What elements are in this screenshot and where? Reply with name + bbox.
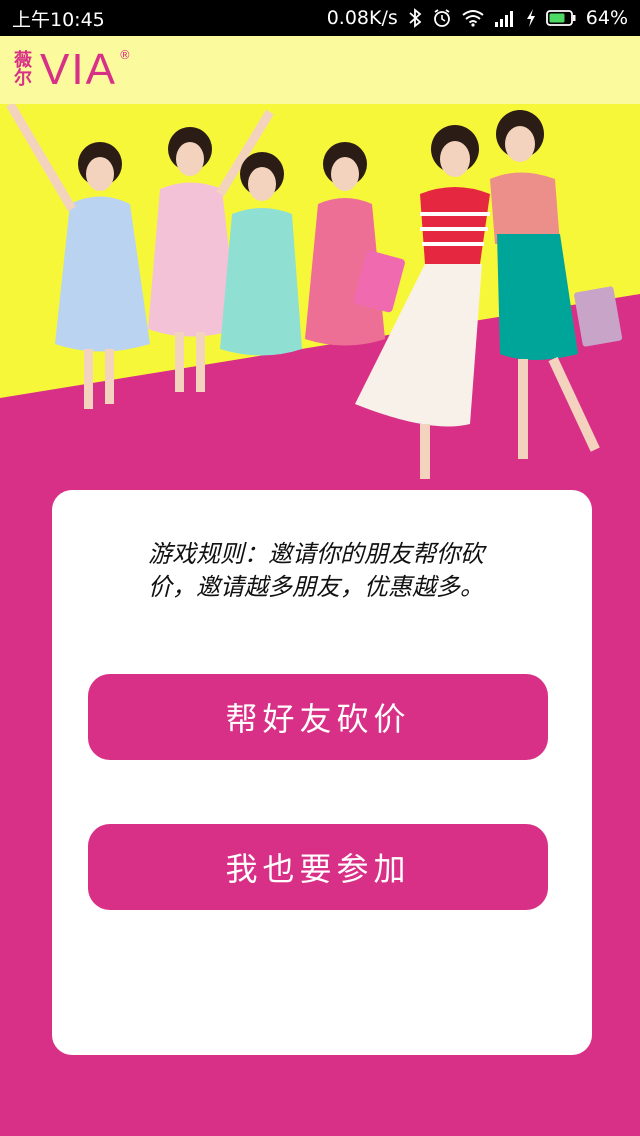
hero-illustration	[0, 104, 640, 504]
header-bar: 薇 尔 VIA ®	[0, 36, 640, 104]
network-speed: 0.08K/s	[326, 7, 398, 29]
signal-icon	[494, 7, 516, 29]
battery-percent: 64%	[585, 7, 628, 29]
battery-icon	[545, 7, 576, 29]
alarm-icon	[432, 7, 452, 29]
status-bar: 上午10:45 0.08K/s 64%	[0, 0, 640, 36]
hero-banner	[0, 104, 640, 504]
brand-logo: 薇 尔 VIA ®	[14, 48, 131, 92]
charging-icon	[526, 7, 536, 29]
content-card: 游戏规则：邀请你的朋友帮你砍价，邀请越多朋友，优惠越多。 帮好友砍价 我也要参加	[52, 490, 592, 1055]
game-rules-text: 游戏规则：邀请你的朋友帮你砍价，邀请越多朋友，优惠越多。	[148, 540, 484, 601]
registered-mark: ®	[118, 48, 131, 62]
status-right: 0.08K/s 64%	[327, 7, 628, 29]
help-friend-bargain-button[interactable]: 帮好友砍价	[88, 674, 548, 760]
bluetooth-icon	[408, 7, 422, 29]
wifi-icon	[462, 7, 484, 29]
logo-chinese: 薇 尔	[14, 52, 36, 88]
logo-via: VIA	[40, 45, 117, 94]
join-too-button[interactable]: 我也要参加	[88, 824, 548, 910]
status-time: 上午10:45	[12, 8, 105, 31]
logo-cn-bottom: 尔	[14, 68, 32, 89]
